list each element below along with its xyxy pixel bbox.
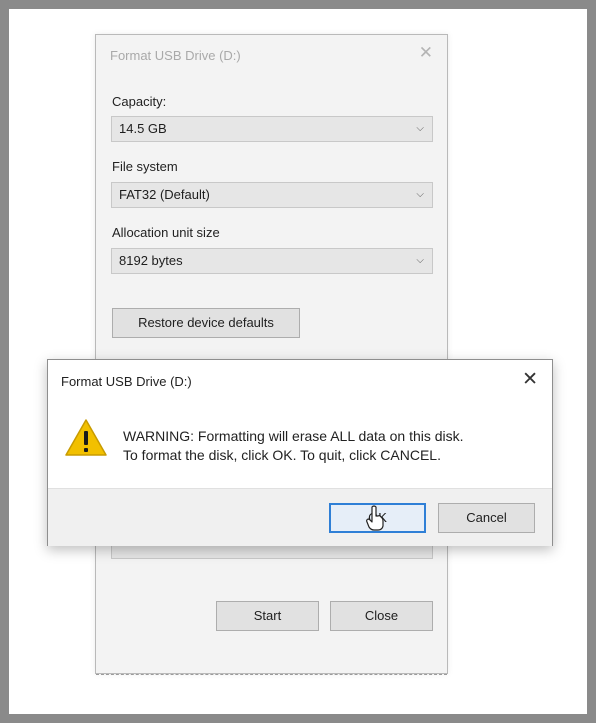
format-dialog-title: Format USB Drive (D:)	[110, 48, 241, 63]
capacity-label: Capacity:	[112, 94, 167, 109]
file-system-select[interactable]: FAT32 (Default) ⌵	[111, 182, 433, 208]
warning-message-line-1: WARNING: Formatting will erase ALL data …	[123, 428, 464, 444]
chevron-down-icon: ⌵	[416, 189, 424, 200]
file-system-label: File system	[112, 159, 178, 174]
hand-cursor-icon	[366, 505, 384, 531]
warning-message: WARNING: Formatting will erase ALL data …	[123, 427, 464, 465]
obscured-field	[111, 545, 433, 559]
format-dialog-close-icon[interactable]: ✕	[419, 43, 433, 63]
allocation-value: 8192 bytes	[119, 253, 183, 268]
format-dialog: Format USB Drive (D:) ✕ Capacity: 14.5 G…	[95, 34, 448, 675]
capacity-select[interactable]: 14.5 GB ⌵	[111, 116, 433, 142]
warning-triangle-icon	[65, 419, 107, 456]
warning-dialog-close-icon[interactable]: ✕	[522, 368, 538, 391]
warning-message-line-2: To format the disk, click OK. To quit, c…	[123, 447, 441, 463]
restore-defaults-button[interactable]: Restore device defaults	[112, 308, 300, 338]
file-system-value: FAT32 (Default)	[119, 187, 210, 202]
start-button[interactable]: Start	[216, 601, 319, 631]
capacity-value: 14.5 GB	[119, 121, 167, 136]
allocation-select[interactable]: 8192 bytes ⌵	[111, 248, 433, 274]
warning-dialog-footer: OK Cancel	[48, 488, 552, 546]
warning-dialog: Format USB Drive (D:) ✕ WARNING: Formatt…	[47, 359, 553, 546]
warning-dialog-title: Format USB Drive (D:)	[61, 374, 192, 389]
cancel-button[interactable]: Cancel	[438, 503, 535, 533]
chevron-down-icon: ⌵	[416, 255, 424, 266]
close-button[interactable]: Close	[330, 601, 433, 631]
chevron-down-icon: ⌵	[416, 123, 424, 134]
allocation-label: Allocation unit size	[112, 225, 220, 240]
dialog-bottom-edge	[96, 674, 447, 675]
